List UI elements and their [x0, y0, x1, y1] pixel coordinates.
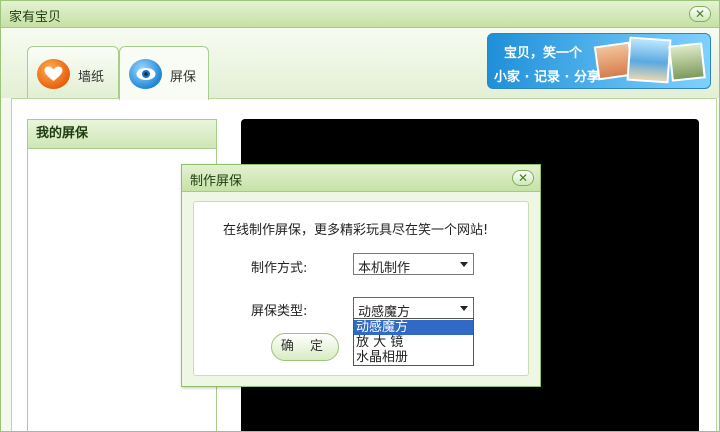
eye-icon [129, 59, 162, 89]
chevron-down-icon [460, 262, 468, 267]
tab-screensaver-label: 屏保 [170, 70, 197, 85]
method-select[interactable]: 本机制作 [353, 253, 474, 276]
dropdown-option[interactable]: 放 大 镜 [354, 335, 473, 350]
method-select-value: 本机制作 [358, 261, 411, 276]
banner-photo-image [668, 42, 706, 82]
app-window: 家有宝贝 ✕ 墙纸 屏保 宝贝，笑一个 小家 · 记录 · 分享 我的屏保 制作… [0, 0, 720, 432]
close-icon: ✕ [517, 171, 529, 185]
tab-screensaver[interactable]: 屏保 [119, 46, 209, 100]
close-icon: ✕ [694, 7, 706, 21]
ok-button[interactable]: 确 定 [271, 333, 339, 361]
dialog-message: 在线制作屏保，更多精彩玩具尽在笑一个网站! [223, 223, 489, 238]
promo-banner[interactable]: 宝贝，笑一个 小家 · 记录 · 分享 [487, 33, 711, 89]
dialog-title-bar: 制作屏保 [182, 165, 540, 192]
method-label: 制作方式: [251, 261, 308, 276]
dialog-close-button[interactable]: ✕ [512, 170, 534, 186]
banner-photo-image [626, 36, 672, 84]
type-label: 屏保类型: [251, 304, 308, 319]
panel-title: 我的屏保 [28, 120, 216, 149]
dropdown-option[interactable]: 动感魔方 [354, 320, 473, 335]
heart-icon [37, 59, 70, 89]
type-dropdown-list: 动感魔方 放 大 镜 水晶相册 [353, 318, 474, 366]
tab-wallpaper[interactable]: 墙纸 [27, 46, 119, 98]
window-title: 家有宝贝 [9, 10, 62, 25]
chevron-down-icon [460, 306, 468, 311]
tab-wallpaper-label: 墙纸 [78, 70, 105, 85]
banner-tagline: 小家 · 记录 · 分享 [494, 70, 600, 85]
window-close-button[interactable]: ✕ [689, 6, 711, 22]
dropdown-option[interactable]: 水晶相册 [354, 350, 473, 365]
type-select[interactable]: 动感魔方 [353, 297, 474, 320]
banner-slogan: 宝贝，笑一个 [504, 46, 583, 61]
title-bar: 家有宝贝 ✕ [1, 1, 719, 28]
dialog-title: 制作屏保 [190, 174, 243, 189]
